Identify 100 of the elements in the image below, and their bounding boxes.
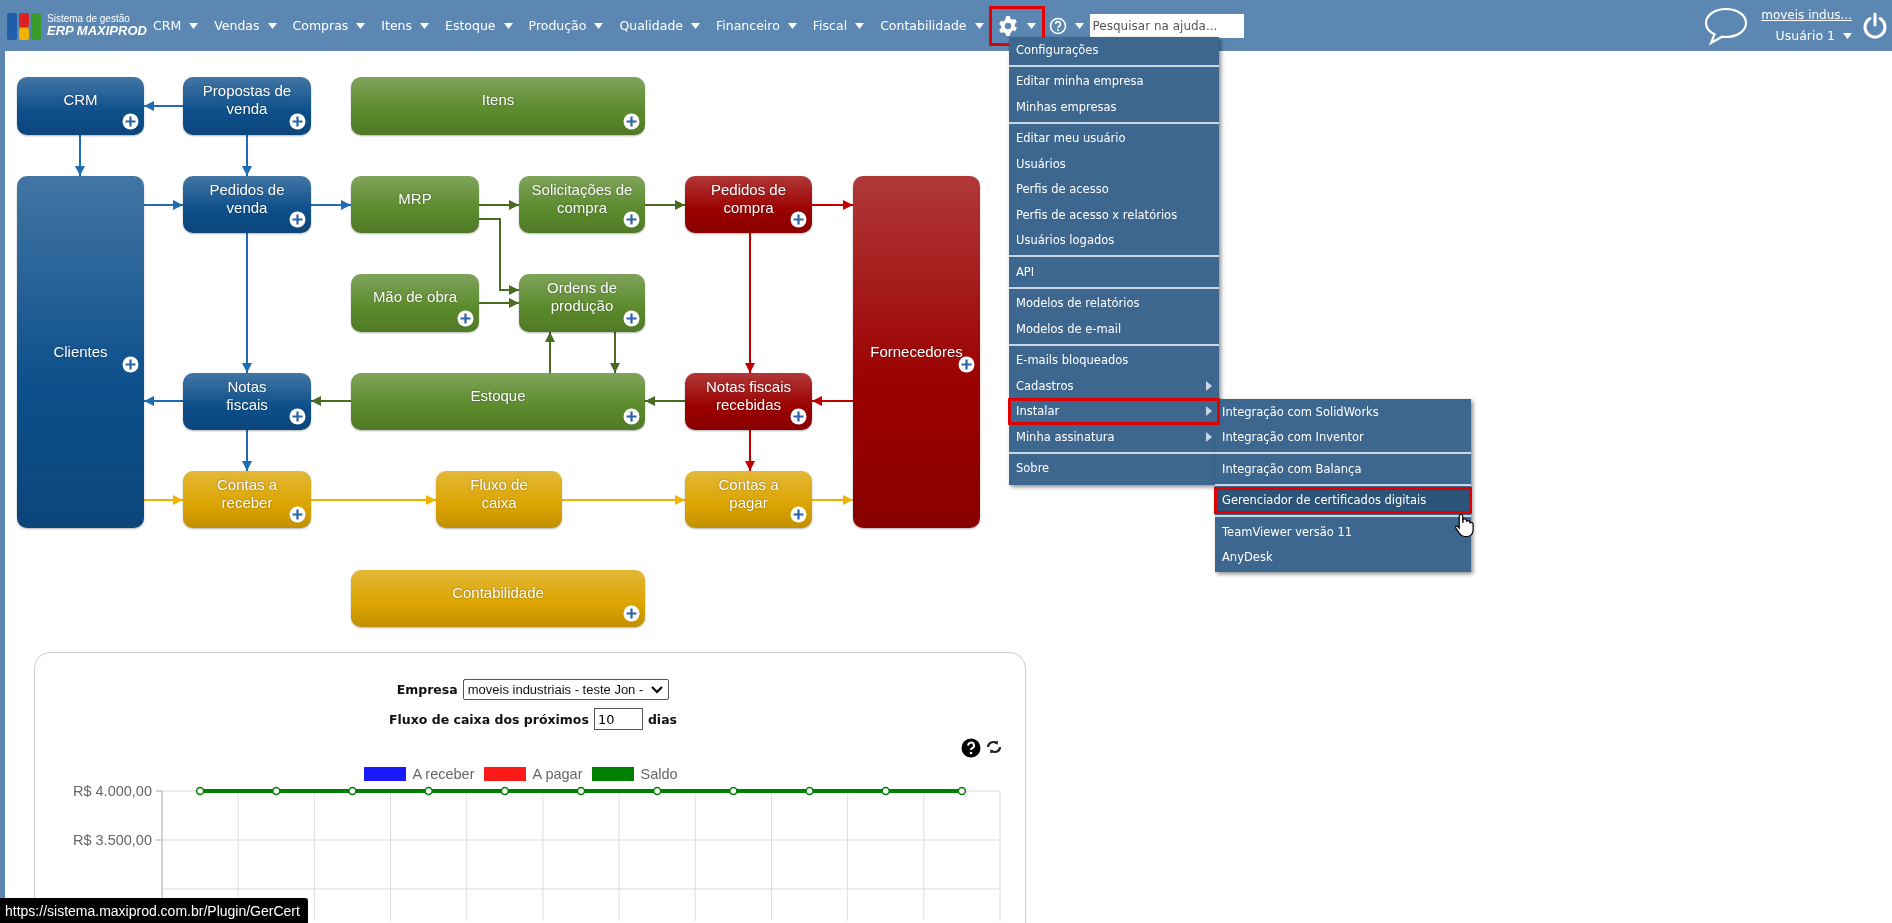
menu-item[interactable]: Perfis de acesso (1009, 176, 1219, 202)
add-icon[interactable] (623, 211, 640, 228)
node-label: Fornecedores (870, 343, 963, 361)
chevron-down-icon (651, 685, 664, 694)
flow-node[interactable]: Clientes (17, 176, 144, 528)
flow-node[interactable]: Estoque (351, 373, 645, 430)
company-link[interactable]: moveis indus... (1761, 8, 1852, 22)
logo-subtitle: Sistema de gestão (47, 12, 131, 24)
days-field[interactable]: 10 (593, 708, 643, 730)
menu-item[interactable]: Editar meu usuário (1009, 125, 1219, 151)
settings-icon (997, 14, 1020, 37)
menu-item[interactable]: Editar minha empresa (1009, 68, 1219, 94)
add-icon[interactable] (289, 211, 306, 228)
add-icon[interactable] (623, 113, 640, 130)
menu-item[interactable]: Usuários logados (1009, 227, 1219, 253)
add-icon[interactable] (958, 356, 975, 373)
legend-label[interactable]: A receber (412, 766, 475, 782)
add-icon[interactable] (289, 408, 306, 425)
submenu-arrow-icon (1206, 431, 1212, 442)
nav-menu-item[interactable]: Fiscal (812, 18, 865, 33)
submenu-arrow-icon (1206, 380, 1212, 391)
flow-node[interactable]: Mão de obra (351, 274, 479, 332)
node-label: Notas fiscais (226, 377, 268, 414)
add-icon[interactable] (122, 356, 139, 373)
caret-icon (974, 22, 984, 29)
menu-item[interactable]: E-mails bloqueados (1009, 347, 1219, 373)
flow-node[interactable]: Ordens de produção (519, 274, 645, 332)
add-icon[interactable] (122, 113, 139, 130)
node-label: Contas a receber (216, 475, 277, 512)
logo-title: ERP MAXIPROD (47, 23, 147, 39)
flow-node[interactable]: CRM (17, 77, 144, 135)
user-menu[interactable]: Usuário 1 (1775, 28, 1852, 43)
caret-icon (1027, 22, 1037, 29)
help-button[interactable] (1048, 16, 1084, 35)
caret-icon (420, 22, 430, 29)
node-label: Fluxo de caixa (470, 475, 528, 512)
nav-menu-item[interactable]: Contabilidade (880, 18, 984, 33)
company-select[interactable]: moveis industriais - teste Jon - (462, 679, 670, 700)
flow-node[interactable]: Notas fiscais recebidas (685, 373, 812, 430)
nav-menu-item[interactable]: Produção (528, 18, 604, 33)
add-icon[interactable] (623, 310, 640, 327)
node-label: Estoque (470, 386, 526, 405)
menu-item[interactable]: Configurações (1009, 37, 1219, 63)
chat-bubble-icon[interactable] (1703, 5, 1750, 46)
menu-item[interactable]: Minhas empresas (1009, 94, 1219, 120)
node-label: MRP (398, 189, 432, 208)
menu-item[interactable]: Perfis de acesso x relatórios (1009, 202, 1219, 228)
help-icon (1048, 16, 1067, 35)
company-label: Empresa (396, 682, 458, 697)
add-icon[interactable] (289, 506, 306, 523)
node-label: Contabilidade (452, 583, 544, 602)
node-label: Propostas de venda (202, 82, 292, 118)
nav-menu-item[interactable]: Vendas (214, 18, 277, 33)
logo-icon (7, 10, 41, 41)
flow-node[interactable]: Fornecedores (853, 176, 980, 528)
node-label: Pedidos de compra (710, 180, 787, 217)
node-label: CRM (63, 91, 98, 109)
add-icon[interactable] (790, 506, 807, 523)
flow-node[interactable]: Notas fiscais (183, 373, 311, 430)
menu-item[interactable]: Gerenciador de certificados digitais (1215, 487, 1471, 513)
add-icon[interactable] (457, 310, 474, 327)
menu-item[interactable]: AnyDesk (1215, 544, 1471, 570)
menu-item[interactable]: Modelos de e-mail (1009, 316, 1219, 342)
add-icon[interactable] (623, 408, 640, 425)
flow-node[interactable]: Itens (351, 77, 645, 135)
menu-item[interactable]: Modelos de relatórios (1009, 290, 1219, 316)
flow-node[interactable]: Solicitações de compra (519, 176, 645, 233)
legend-label[interactable]: Saldo (640, 766, 678, 782)
node-label: Itens (481, 91, 515, 109)
power-icon[interactable] (1862, 11, 1888, 40)
node-label: Mão de obra (372, 288, 458, 306)
flow-node[interactable]: Propostas de venda (183, 77, 311, 135)
nav-menu-item[interactable]: Estoque (445, 18, 513, 33)
menu-item[interactable]: API (1009, 259, 1219, 285)
add-icon[interactable] (623, 605, 640, 622)
caret-icon (267, 22, 277, 29)
node-label: Solicitações de compra (531, 180, 633, 217)
days-label: Fluxo de caixa dos próximos (389, 711, 589, 727)
nav-menu-item[interactable]: CRM (153, 18, 199, 33)
nav-menu-item[interactable]: Financeiro (716, 18, 797, 33)
search-field[interactable]: Pesquisar na ajuda... (1089, 13, 1244, 38)
add-icon[interactable] (790, 211, 807, 228)
help-icon[interactable] (961, 738, 981, 758)
nav-menu-item[interactable]: Qualidade (619, 18, 701, 33)
menu-item[interactable]: Cadastros (1009, 373, 1219, 399)
node-label: Contas a pagar (718, 475, 779, 512)
flow-node[interactable]: Pedidos de venda (183, 176, 311, 233)
menu-item[interactable]: Usuários (1009, 151, 1219, 177)
caret-icon (356, 22, 366, 29)
node-label: Notas fiscais recebidas (706, 377, 791, 414)
flow-node[interactable]: MRP (351, 176, 479, 233)
add-icon[interactable] (790, 408, 807, 425)
legend-label[interactable]: A pagar (532, 766, 583, 782)
flow-node[interactable]: Pedidos de compra (685, 176, 812, 233)
add-icon[interactable] (289, 113, 306, 130)
nav-menu-item[interactable]: Compras (292, 18, 366, 33)
refresh-icon[interactable] (985, 738, 1003, 756)
nav-menu-item[interactable]: Itens (381, 18, 430, 33)
caret-icon (691, 22, 701, 29)
hand-cursor-icon (1454, 512, 1476, 538)
